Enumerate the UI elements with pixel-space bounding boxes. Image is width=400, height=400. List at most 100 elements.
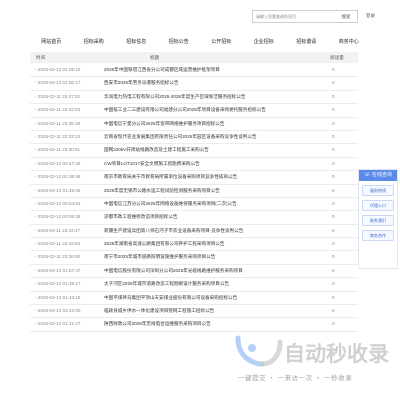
search-button[interactable]: 搜索 [335, 11, 357, 22]
row-time: ◔2025-02-11 23:42:03 [34, 107, 81, 113]
table-header: 时间 标题 阅读量 [30, 52, 358, 63]
row-time: ◔2025-02-11 23:42:53 [34, 241, 81, 247]
clock-icon: ◔ [34, 294, 37, 300]
search-input[interactable] [253, 11, 336, 22]
row-views: 0 [332, 133, 335, 139]
row-title-link[interactable]: 南京市教育局关于市教育局所属单位设备采购项目竞争性磋商公告 [104, 171, 319, 183]
column-header-title: 标题 [150, 55, 160, 60]
row-time: ◔2025-02-12 01:35:17 [34, 281, 81, 287]
row-time: ◔2025-02-12 01:21:27 [34, 321, 81, 327]
row-time: ◔2025-02-12 01:43:15 [34, 294, 81, 300]
nav-item-home[interactable]: 网站首页 [30, 36, 73, 49]
row-title-link[interactable]: 凉都市政工程维修改造项目招标公告 [104, 211, 319, 223]
row-time: ◔2025-02-12 01:57:47 [34, 267, 81, 273]
watermark-title: 自动秒收录 [284, 342, 389, 366]
row-views: 0 [332, 294, 335, 300]
chat-icon: ☏ [364, 172, 371, 178]
table-row: ◔2025-02-12 02:43:00 临颍县城乡供水一体化建设项目管网工程施工… [30, 305, 358, 319]
agent-entry-button[interactable]: 代理入口 [362, 200, 394, 211]
table-row: ◔2025-02-12 00:54:54 中国电信江苏分公司2025年网络设备维保… [30, 198, 358, 212]
row-title-link[interactable]: 中国电信股份有限公司深圳分公司2025年光缆线路维护服务采购项目 [104, 265, 319, 277]
nav-item-bid-invite[interactable]: 招标邀请 [285, 36, 328, 49]
row-title-link[interactable]: 中国平煤神马集团平顶山天安煤业股份有限公司设备采购招标公告 [104, 292, 319, 304]
row-title-link[interactable]: 2025年中国铁塔江西省分公司成都区域运营维护框架项目 [104, 64, 319, 76]
row-views: 0 [332, 281, 335, 287]
business-cooperation-button[interactable]: 商务合作 [362, 230, 394, 241]
service-hotline-button[interactable]: 服务热线 [362, 185, 394, 196]
row-title-link[interactable]: 国网220kV开闭站线路改造及土建工程施工采购公告 [104, 144, 319, 156]
row-title-link[interactable]: 南宁市2025年城市道路照明设施维护服务采购项目公告 [104, 251, 319, 263]
row-views: 0 [332, 267, 335, 273]
row-title-link[interactable]: 太子河区2025年城市道路改造工程勘察设计服务采购项目公告 [104, 278, 319, 290]
table-row: ◔2025-02-12 01:36:48 南京市教育局关于市教育局所属单位设备采购… [30, 171, 358, 185]
clock-icon: ◔ [34, 321, 37, 327]
row-views: 0 [332, 160, 335, 166]
consult-panel: ☏ 在线咨询 服务热线 代理入口 联系我们 商务合作 [358, 169, 398, 269]
contact-us-button[interactable]: 联系我们 [362, 215, 394, 226]
table-row: ◔2025-02-11 23:42:03 中国核工业二三建设有限公司福建分公司20… [30, 104, 358, 118]
login-link[interactable]: 登录 [366, 13, 375, 19]
row-views: 0 [332, 227, 335, 233]
row-time: ◔2025-02-12 01:55:15 [34, 67, 81, 72]
row-title-link[interactable]: 新疆生产建设兵团第八师石河子市农业设备采购项目-竞争性谈判公告 [104, 225, 319, 237]
row-views: 0 [332, 214, 335, 220]
row-views: 0 [332, 80, 335, 86]
row-title-link[interactable]: 2025年度无锡市公路水运工程试验检测服务采购项目公告 [104, 185, 319, 197]
nav-item-public-bid[interactable]: 公开招标 [200, 36, 243, 49]
row-time: ◔2025-02-12 01:45:36 [34, 187, 81, 193]
clock-icon: ◔ [34, 133, 37, 139]
row-title-link[interactable]: 云南省现代农业发展集团有限责任公司2025年园区设备采购竞争性谈判公告 [104, 131, 319, 143]
table-row: ◔2025-02-11 23:33:13 云南省现代农业发展集团有限责任公司202… [30, 131, 358, 145]
nav-item-business-center[interactable]: 商务中心 [328, 36, 371, 49]
main-nav: 网站首页 招标采购 招标信息 招标公告 公开招标 企业招标 招标邀请 商务中心 [30, 36, 370, 49]
table-row: ◔2025-02-11 23:30:51 国网220kV开闭站线路改造及土建工程施… [30, 144, 358, 158]
row-time: ◔2025-02-12 02:43:00 [34, 308, 81, 314]
row-title-link[interactable]: 2025年湖南省高速公路集团有限公司养护工程采购项目公告 [104, 238, 319, 250]
watermark-subtitle: 一键提交 ・ 一来访一次 ・ 一秒收录 [238, 375, 353, 382]
row-views: 0 [332, 200, 335, 206]
nav-item-bid-info[interactable]: 招标信息 [115, 36, 158, 49]
row-title-link[interactable]: 中国电信宁夏分公司2025年宽带网络维护服务项目招标公告 [104, 118, 319, 130]
clock-icon: ◔ [34, 214, 37, 220]
row-title-link[interactable]: 华润电力热电工程有限公司2025-2026年度生产区域保洁服务招标公告 [104, 91, 319, 103]
clock-icon: ◔ [34, 67, 37, 72]
table-row: ◔2025-02-12 01:43:15 中国平煤神马集团平顶山天安煤业股份有限公… [30, 292, 358, 306]
nav-item-procurement[interactable]: 招标采购 [73, 36, 116, 49]
table-row: ◔2025-02-12 01:55:15 2025年中国铁塔江西省分公司成都区域运… [30, 64, 358, 78]
clock-icon: ◔ [34, 241, 37, 247]
consult-panel-title[interactable]: ☏ 在线咨询 [359, 170, 397, 181]
row-time: ◔2025-02-11 23:36:00 [34, 254, 81, 260]
row-time: ◔2025-02-11 23:38:19 [34, 120, 81, 126]
clock-icon: ◔ [34, 308, 37, 314]
nav-item-bid-notice[interactable]: 招标公告 [158, 36, 201, 49]
table-row: ◔2025-02-12 01:35:17 太子河区2025年城市道路改造工程勘察设… [30, 278, 358, 292]
row-time: ◔2025-02-12 00:54:54 [34, 200, 81, 206]
column-header-views: 阅读量 [330, 55, 344, 60]
row-title-link[interactable]: 临颍县城乡供水一体化建设项目管网工程施工招标公告 [104, 305, 319, 317]
clock-icon: ◔ [34, 200, 37, 206]
row-views: 0 [332, 93, 335, 99]
row-title-link[interactable]: 陕西财政公司2025年无线电台运维服务采购项目公告 [104, 318, 319, 330]
row-title-link[interactable]: 西安市2025年劳务派遣服务招标公告 [104, 77, 319, 89]
nav-item-enterprise-bid[interactable]: 企业招标 [243, 36, 286, 49]
row-title-link[interactable]: CW项目LOT1017安全文明施工措施费采购公告 [104, 158, 319, 170]
row-time: ◔2025-02-12 00:47:28 [34, 160, 81, 166]
clock-icon: ◔ [34, 160, 37, 166]
clock-icon: ◔ [34, 174, 37, 180]
site-header: 搜索 登录 [0, 0, 400, 32]
row-views: 0 [332, 67, 335, 72]
notice-list: ◔2025-02-12 01:55:15 2025年中国铁塔江西省分公司成都区域运… [30, 64, 358, 332]
row-title-link[interactable]: 中国电信江苏分公司2025年网络设备维保服务采购项目(二次)公告 [104, 198, 319, 210]
table-row: ◔2025-02-12 00:47:28 CW项目LOT1017安全文明施工措施费… [30, 158, 358, 172]
row-views: 0 [332, 187, 335, 193]
clock-icon: ◔ [34, 120, 37, 126]
clock-icon: ◔ [34, 267, 37, 273]
row-title-link[interactable]: 中国核工业二三建设有限公司福建分公司2025年项目设备采购委托服务招标公告 [104, 104, 319, 116]
row-time: ◔2025-02-11 23:47:02 [34, 93, 81, 99]
table-row: ◔2025-02-11 23:38:19 中国电信宁夏分公司2025年宽带网络维护… [30, 118, 358, 131]
clock-icon: ◔ [34, 227, 37, 233]
table-row: ◔2025-02-12 01:45:36 2025年度无锡市公路水运工程试验检测服… [30, 185, 358, 198]
row-time: ◔2025-02-12 01:36:48 [34, 174, 81, 180]
watermark: 自动秒收录 一键提交 ・ 一来访一次 ・ 一秒收录 [232, 334, 400, 400]
row-views: 0 [332, 107, 335, 113]
